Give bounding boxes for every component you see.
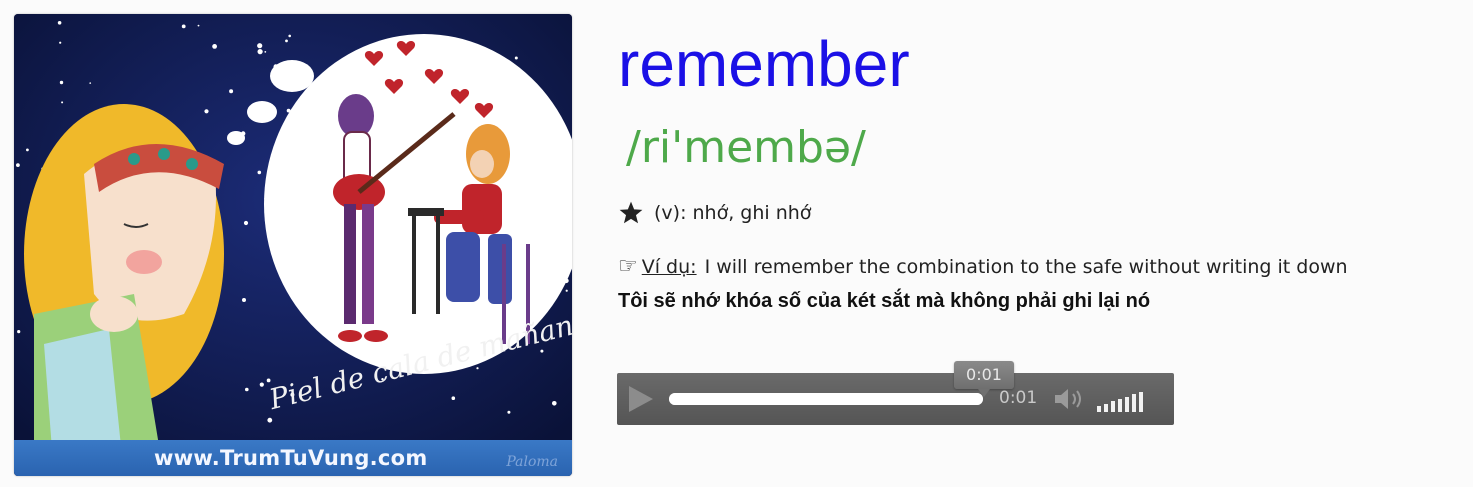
star-dot (197, 24, 200, 27)
volume-bar (1111, 401, 1115, 412)
meaning-text: (v): nhớ, ghi nhớ (654, 202, 812, 224)
play-icon[interactable] (629, 386, 653, 412)
volume-slider[interactable] (1097, 386, 1161, 412)
star-dot (476, 367, 479, 370)
star-dot (59, 80, 64, 85)
star-dot (89, 82, 91, 84)
caption-bar: www.TrumTuVung.com Paloma (14, 440, 572, 476)
star-dot (17, 330, 21, 334)
star-dot (243, 220, 249, 226)
star-dot (212, 44, 218, 49)
star-dot (204, 109, 209, 114)
star-dot (514, 56, 518, 60)
example-line: ☞ Ví dụ: I will remember the combination… (618, 254, 1348, 279)
page: Piel de cala de mañana www.TrumTuVung.co… (0, 0, 1473, 487)
meaning-line: (v): nhớ, ghi nhớ (618, 200, 811, 226)
star-dot (26, 148, 29, 152)
star-dot (16, 163, 20, 168)
star-dot (267, 417, 273, 423)
star-dot (229, 89, 234, 94)
star-dot (264, 51, 267, 53)
seek-progress (669, 393, 983, 405)
star-dot (59, 41, 62, 44)
word-illustration: Piel de cala de mañana www.TrumTuVung.co… (14, 14, 572, 476)
star-dot (285, 39, 288, 43)
star-dot (257, 170, 262, 175)
current-time: 0:01 (999, 388, 1038, 408)
star-dot (540, 349, 544, 353)
star-dot (181, 24, 186, 29)
star-dot (259, 382, 264, 387)
seek-bar[interactable] (669, 393, 983, 405)
example-sentence: I will remember the combination to the s… (704, 256, 1348, 278)
star-dot (266, 378, 271, 383)
star-dot (451, 396, 456, 401)
star-dot (242, 298, 246, 302)
star-dot (507, 410, 511, 414)
star-dot (257, 43, 263, 49)
time-tooltip: 0:01 (954, 361, 1014, 397)
star-dot (257, 49, 263, 55)
star-dot (565, 289, 568, 292)
example-label: Ví dụ: (641, 256, 697, 278)
volume-bar (1118, 399, 1122, 412)
star-dot (61, 101, 64, 104)
volume-bar (1139, 392, 1143, 412)
volume-bar (1097, 406, 1101, 412)
headword: remember (618, 28, 910, 100)
artist-signature: Paloma (506, 454, 558, 470)
volume-bar (1104, 404, 1108, 412)
volume-bar (1125, 397, 1129, 412)
pointing-hand-icon: ☞ (618, 254, 638, 279)
audio-player: 0:01 0:01 (617, 361, 1174, 425)
volume-bar (1132, 394, 1136, 412)
star-dot (57, 21, 62, 25)
volume-icon[interactable] (1053, 386, 1087, 412)
star-icon (619, 201, 643, 224)
site-caption: www.TrumTuVung.com (154, 446, 428, 470)
star-dot (552, 401, 557, 406)
phonetic-transcription: /ri'membə/ (626, 122, 866, 173)
star-dot (288, 34, 292, 38)
star-dot (245, 387, 249, 392)
example-translation: Tôi sẽ nhớ khóa số của két sắt mà không … (618, 290, 1151, 312)
